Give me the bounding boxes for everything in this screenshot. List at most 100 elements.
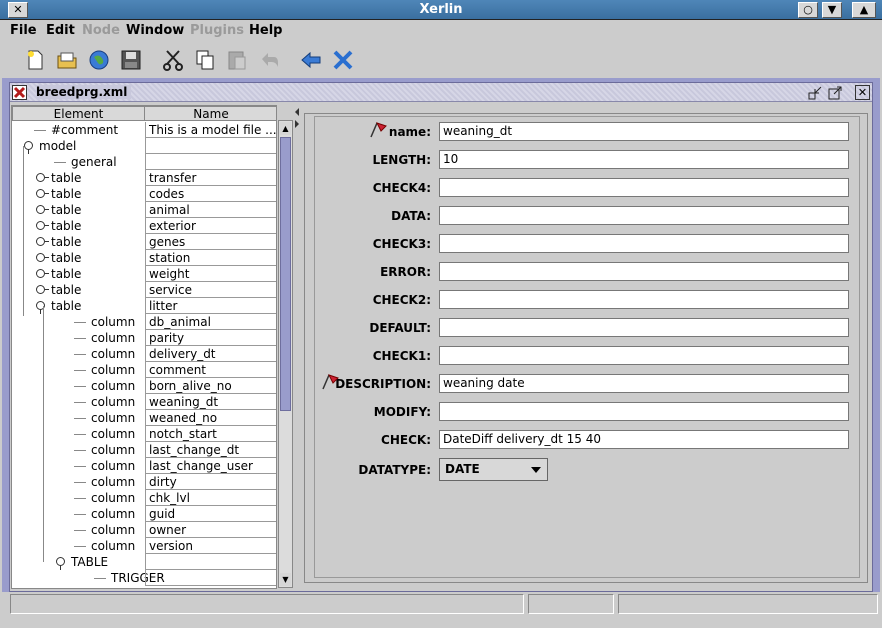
tree-row[interactable]: table genes bbox=[12, 234, 276, 250]
datatype-value: DATE bbox=[445, 462, 480, 476]
tree-row-name: notch_start bbox=[145, 426, 276, 442]
document-titlebar[interactable]: breedprg.xml ✕ bbox=[10, 83, 872, 102]
tree-connector bbox=[74, 370, 86, 371]
menu-node[interactable]: Node bbox=[82, 23, 120, 38]
tree-row[interactable]: column weaning_dt bbox=[12, 394, 276, 410]
tree-row[interactable]: table transfer bbox=[12, 170, 276, 186]
split-pane-divider[interactable] bbox=[294, 105, 300, 589]
collapsed-node-icon[interactable] bbox=[36, 173, 49, 182]
field-input[interactable] bbox=[439, 346, 849, 365]
tree-row[interactable]: column weaned_no bbox=[12, 410, 276, 426]
collapsed-node-icon[interactable] bbox=[36, 253, 49, 262]
tree-row[interactable]: column last_change_dt bbox=[12, 442, 276, 458]
scroll-up-arrow-icon[interactable]: ▲ bbox=[280, 122, 291, 135]
tree-row[interactable]: column chk_lvl bbox=[12, 490, 276, 506]
field-input[interactable]: DateDiff delivery_dt 15 40 bbox=[439, 430, 849, 449]
tree-row[interactable]: table weight bbox=[12, 266, 276, 282]
collapsed-node-icon[interactable] bbox=[36, 285, 49, 294]
tree-row[interactable]: TRIGGER bbox=[12, 570, 276, 586]
tree-row[interactable]: table codes bbox=[12, 186, 276, 202]
field-input[interactable]: weaning_dt bbox=[439, 122, 849, 141]
tree-row[interactable]: column guid bbox=[12, 506, 276, 522]
field-label: LENGTH: bbox=[372, 153, 431, 167]
paste-icon[interactable] bbox=[224, 47, 250, 73]
column-header-name[interactable]: Name bbox=[144, 106, 276, 121]
tree-row-element: column bbox=[91, 475, 136, 489]
element-tree-table[interactable]: Element Name #comment This is a model fil… bbox=[11, 105, 277, 589]
tree-row[interactable]: column dirty bbox=[12, 474, 276, 490]
collapsed-node-icon[interactable] bbox=[36, 205, 49, 214]
field-input[interactable] bbox=[439, 402, 849, 421]
tree-row-name bbox=[145, 138, 276, 154]
tree-row[interactable]: column notch_start bbox=[12, 426, 276, 442]
new-file-icon[interactable] bbox=[22, 47, 48, 73]
close-frame-icon[interactable]: ✕ bbox=[855, 85, 870, 100]
field-input[interactable]: weaning date bbox=[439, 374, 849, 393]
tree-row[interactable]: table litter bbox=[12, 298, 276, 314]
tree-row[interactable]: #comment This is a model file ... bbox=[12, 122, 276, 138]
iconify-icon[interactable] bbox=[808, 85, 823, 100]
field-input[interactable] bbox=[439, 318, 849, 337]
tree-row-name: db_animal bbox=[145, 314, 276, 330]
tree-row[interactable]: column parity bbox=[12, 330, 276, 346]
scroll-down-arrow-icon[interactable]: ▼ bbox=[280, 573, 291, 586]
field-input[interactable] bbox=[439, 178, 849, 197]
tree-row[interactable]: general bbox=[12, 154, 276, 170]
menu-plugins[interactable]: Plugins bbox=[190, 23, 244, 38]
copy-icon[interactable] bbox=[192, 47, 218, 73]
expanded-node-icon[interactable] bbox=[24, 141, 33, 154]
tree-row-element: table bbox=[51, 171, 82, 185]
tree-row-element: table bbox=[51, 203, 82, 217]
column-header-element[interactable]: Element bbox=[12, 106, 145, 121]
minimize-button[interactable]: ○ bbox=[798, 2, 818, 18]
undo-icon[interactable] bbox=[256, 47, 282, 73]
tree-row[interactable]: column owner bbox=[12, 522, 276, 538]
tree-vertical-scrollbar[interactable]: ▲ ▼ bbox=[278, 120, 293, 588]
tree-row[interactable]: table service bbox=[12, 282, 276, 298]
tree-row[interactable]: model bbox=[12, 138, 276, 154]
collapsed-node-icon[interactable] bbox=[36, 237, 49, 246]
status-cell-3 bbox=[618, 594, 878, 614]
tree-row[interactable]: table animal bbox=[12, 202, 276, 218]
web-icon[interactable] bbox=[86, 47, 112, 73]
field-input[interactable] bbox=[439, 262, 849, 281]
collapsed-node-icon[interactable] bbox=[36, 269, 49, 278]
tree-row-element: column bbox=[91, 507, 136, 521]
tree-row[interactable]: column born_alive_no bbox=[12, 378, 276, 394]
tree-row-element: column bbox=[91, 427, 136, 441]
tree-row[interactable]: table exterior bbox=[12, 218, 276, 234]
restore-frame-icon[interactable] bbox=[828, 85, 843, 100]
menu-file[interactable]: File bbox=[10, 23, 37, 38]
status-message bbox=[10, 594, 524, 614]
field-input[interactable]: 10 bbox=[439, 150, 849, 169]
tree-connector bbox=[74, 482, 86, 483]
tree-row[interactable]: column version bbox=[12, 538, 276, 554]
delete-x-icon[interactable] bbox=[330, 47, 356, 73]
back-arrow-icon[interactable] bbox=[298, 47, 324, 73]
tree-row[interactable]: table station bbox=[12, 250, 276, 266]
tree-row[interactable]: column delivery_dt bbox=[12, 346, 276, 362]
datatype-select[interactable]: DATE bbox=[439, 458, 548, 481]
tree-row-element: model bbox=[39, 139, 77, 153]
save-icon[interactable] bbox=[118, 47, 144, 73]
scroll-thumb[interactable] bbox=[280, 137, 291, 411]
field-input[interactable] bbox=[439, 234, 849, 253]
tree-row[interactable]: column db_animal bbox=[12, 314, 276, 330]
menu-edit[interactable]: Edit bbox=[46, 23, 75, 38]
window-titlebar[interactable]: ✕ Xerlin ○ ▼ ▲ bbox=[0, 0, 882, 20]
tree-row[interactable]: TABLE bbox=[12, 554, 276, 570]
shade-down-button[interactable]: ▼ bbox=[822, 2, 842, 18]
menu-help[interactable]: Help bbox=[249, 23, 282, 38]
maximize-button[interactable]: ▲ bbox=[852, 2, 876, 18]
field-input[interactable] bbox=[439, 206, 849, 225]
tree-row[interactable]: column last_change_user bbox=[12, 458, 276, 474]
tree-row[interactable]: column comment bbox=[12, 362, 276, 378]
field-input[interactable] bbox=[439, 290, 849, 309]
menu-window[interactable]: Window bbox=[126, 23, 184, 38]
tree-connector bbox=[74, 530, 86, 531]
collapsed-node-icon[interactable] bbox=[36, 189, 49, 198]
cut-icon[interactable] bbox=[160, 47, 186, 73]
collapsed-node-icon[interactable] bbox=[36, 221, 49, 230]
open-folder-icon[interactable] bbox=[54, 47, 80, 73]
expanded-node-icon[interactable] bbox=[56, 557, 65, 570]
